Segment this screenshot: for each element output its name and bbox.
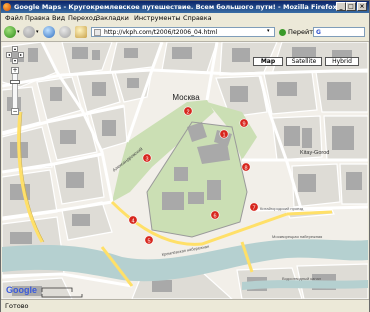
route-marker-9[interactable]: 9: [239, 118, 249, 128]
navigation-toolbar: ▾ ▾ http://vkph.com/t2006/t2006_04.html …: [1, 24, 369, 42]
map-type-hybrid-button[interactable]: Hybrid: [325, 57, 359, 66]
address-dropdown-icon[interactable]: ▾: [267, 28, 270, 34]
browser-window: Google Maps - Кругокремлевское путешеств…: [0, 0, 370, 312]
menu-help[interactable]: Справка: [183, 13, 212, 24]
firefox-icon: [3, 3, 11, 11]
svg-text:2: 2: [186, 109, 189, 115]
menu-file[interactable]: Файл: [5, 13, 23, 24]
route-marker-2[interactable]: 2: [183, 106, 193, 116]
vodootvodny-label: Водоотводный канал: [282, 276, 322, 281]
back-button[interactable]: [4, 26, 16, 38]
menu-view[interactable]: Вид: [52, 13, 65, 24]
map-type-satellite-button[interactable]: Satellite: [286, 57, 322, 66]
zoom-out-button[interactable]: −: [11, 108, 19, 115]
pan-control: ▴ ◂ ▸ ▾: [6, 46, 24, 64]
google-search-icon: G: [316, 29, 321, 36]
svg-text:4: 4: [131, 218, 134, 224]
kitay-gorod-label: Kitay-Gorod: [300, 150, 329, 156]
svg-text:8: 8: [244, 165, 247, 171]
status-text: Готово: [5, 302, 29, 310]
pan-right-icon[interactable]: ▸: [18, 52, 24, 58]
go-arrow-icon: [279, 28, 286, 36]
map-viewport[interactable]: 1 2 3 4 5 6 7 8 9 Москва Kitay-Gorod Але…: [2, 42, 368, 299]
route-marker-5[interactable]: 5: [144, 235, 154, 245]
svg-text:6: 6: [213, 213, 216, 219]
zoom-slider[interactable]: [10, 74, 20, 108]
menu-bar: Файл Правка Вид Переход Закладки Инструм…: [1, 13, 369, 24]
page-favicon-icon: [94, 29, 101, 36]
route-marker-1[interactable]: 1: [219, 129, 229, 139]
status-bar: Готово: [1, 299, 369, 312]
svg-text:5: 5: [147, 238, 150, 244]
route-marker-8[interactable]: 8: [241, 162, 251, 172]
map-type-map-button[interactable]: Map: [253, 57, 283, 66]
menu-tools[interactable]: Инструменты: [134, 13, 181, 24]
zoom-in-button[interactable]: +: [11, 67, 19, 74]
title-bar: Google Maps - Кругокремлевское путешеств…: [1, 1, 369, 13]
pan-down-icon[interactable]: ▾: [12, 58, 18, 64]
menu-bookmarks[interactable]: Закладки: [96, 13, 129, 24]
route-marker-3[interactable]: 3: [142, 153, 152, 163]
maximize-button[interactable]: □: [346, 2, 356, 11]
minimize-button[interactable]: _: [336, 2, 346, 11]
address-bar[interactable]: http://vkph.com/t2006/t2006_04.html: [91, 27, 275, 37]
close-button[interactable]: ×: [357, 2, 367, 11]
forward-dropdown-icon[interactable]: ▾: [36, 29, 39, 35]
stop-button[interactable]: [59, 26, 71, 38]
address-url: http://vkph.com/t2006/t2006_04.html: [104, 29, 218, 36]
menu-edit[interactable]: Правка: [25, 13, 50, 24]
moskvoretskaya-label: Москворецкая набережная: [272, 234, 322, 239]
google-logo: Google: [6, 285, 37, 295]
search-box[interactable]: G: [313, 27, 365, 37]
svg-text:7: 7: [252, 205, 255, 211]
svg-text:3: 3: [145, 156, 148, 162]
map-canvas: 1 2 3 4 5 6 7 8 9 Москва Kitay-Gorod Але…: [2, 42, 368, 299]
forward-button[interactable]: [23, 26, 35, 38]
city-label: Москва: [172, 93, 200, 102]
svg-text:1: 1: [222, 132, 225, 138]
window-title: Google Maps - Кругокремлевское путешеств…: [14, 3, 337, 11]
svg-text:9: 9: [242, 121, 245, 127]
pan-zoom-control: ▴ ◂ ▸ ▾ + −: [6, 46, 24, 115]
home-button[interactable]: [75, 26, 87, 38]
route-marker-7[interactable]: 7: [249, 202, 259, 212]
go-button[interactable]: Перейти: [279, 27, 317, 37]
menu-go[interactable]: Переход: [68, 13, 97, 24]
zoom-slider-handle[interactable]: [10, 80, 20, 84]
route-marker-4[interactable]: 4: [128, 215, 138, 225]
back-dropdown-icon[interactable]: ▾: [17, 29, 20, 35]
kitaygorod-proezd-label: Китайгородский проезд: [260, 206, 304, 211]
route-marker-6[interactable]: 6: [210, 210, 220, 220]
reload-button[interactable]: [43, 26, 55, 38]
